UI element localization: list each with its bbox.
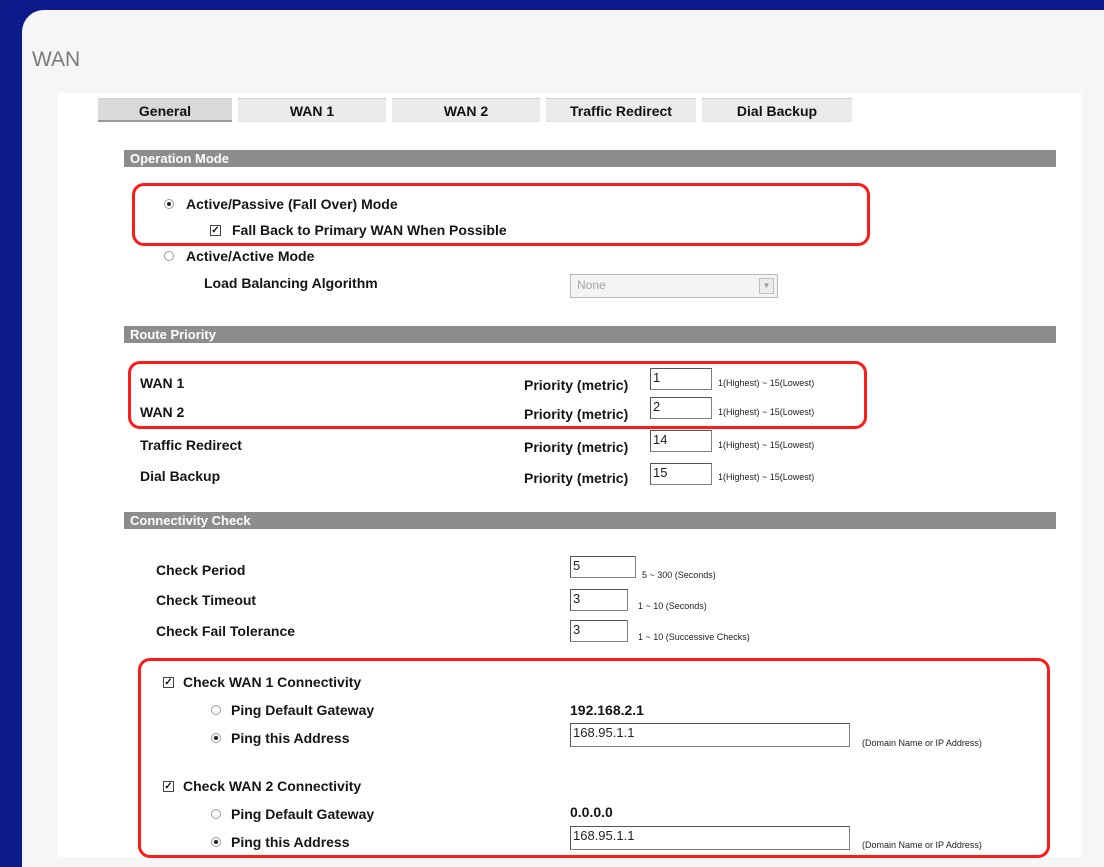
check-period-input[interactable]: 5 xyxy=(570,556,636,578)
chevron-down-icon: ▼ xyxy=(759,278,774,294)
check-timeout-label: Check Timeout xyxy=(156,592,257,608)
load-balancing-select[interactable]: None ▼ xyxy=(570,274,778,298)
priority-range-hint: 1(Highest) ~ 15(Lowest) xyxy=(718,440,815,450)
priority-label: Priority (metric) xyxy=(524,470,629,486)
check-fail-tolerance-label: Check Fail Tolerance xyxy=(156,623,296,639)
tab-traffic-redirect[interactable]: Traffic Redirect xyxy=(546,98,696,122)
priority-input-dial-backup[interactable]: 15 xyxy=(650,463,712,485)
priority-label: Priority (metric) xyxy=(524,439,629,455)
tab-general[interactable]: General xyxy=(98,98,232,122)
tab-bar: General WAN 1 WAN 2 Traffic Redirect Dia… xyxy=(98,98,852,122)
connectivity-check-header: Connectivity Check xyxy=(124,512,1056,529)
route-priority-highlight-box xyxy=(128,361,867,429)
check-period-label: Check Period xyxy=(156,562,246,578)
check-period-hint: 5 ~ 300 (Seconds) xyxy=(642,570,716,580)
tab-wan2[interactable]: WAN 2 xyxy=(392,98,540,122)
priority-input-traffic-redirect[interactable]: 14 xyxy=(650,430,712,452)
load-balancing-value: None xyxy=(577,278,606,292)
page-title: WAN xyxy=(32,48,81,71)
connectivity-highlight-box xyxy=(138,658,1050,858)
route-row-name: Dial Backup xyxy=(140,468,221,484)
operation-highlight-box xyxy=(132,183,870,246)
route-priority-header: Route Priority xyxy=(124,326,1056,343)
route-row-name: Traffic Redirect xyxy=(140,437,242,453)
check-fail-tolerance-hint: 1 ~ 10 (Successive Checks) xyxy=(638,632,750,642)
check-fail-tolerance-input[interactable]: 3 xyxy=(570,620,628,642)
active-active-radio[interactable] xyxy=(164,251,174,261)
load-balancing-label: Load Balancing Algorithm xyxy=(204,275,378,291)
operation-mode-header: Operation Mode xyxy=(124,150,1056,167)
priority-range-hint: 1(Highest) ~ 15(Lowest) xyxy=(718,472,815,482)
check-timeout-hint: 1 ~ 10 (Seconds) xyxy=(638,601,707,611)
tab-dial-backup[interactable]: Dial Backup xyxy=(702,98,852,122)
check-timeout-input[interactable]: 3 xyxy=(570,589,628,611)
tab-wan1[interactable]: WAN 1 xyxy=(238,98,386,122)
active-active-label: Active/Active Mode xyxy=(186,248,315,264)
